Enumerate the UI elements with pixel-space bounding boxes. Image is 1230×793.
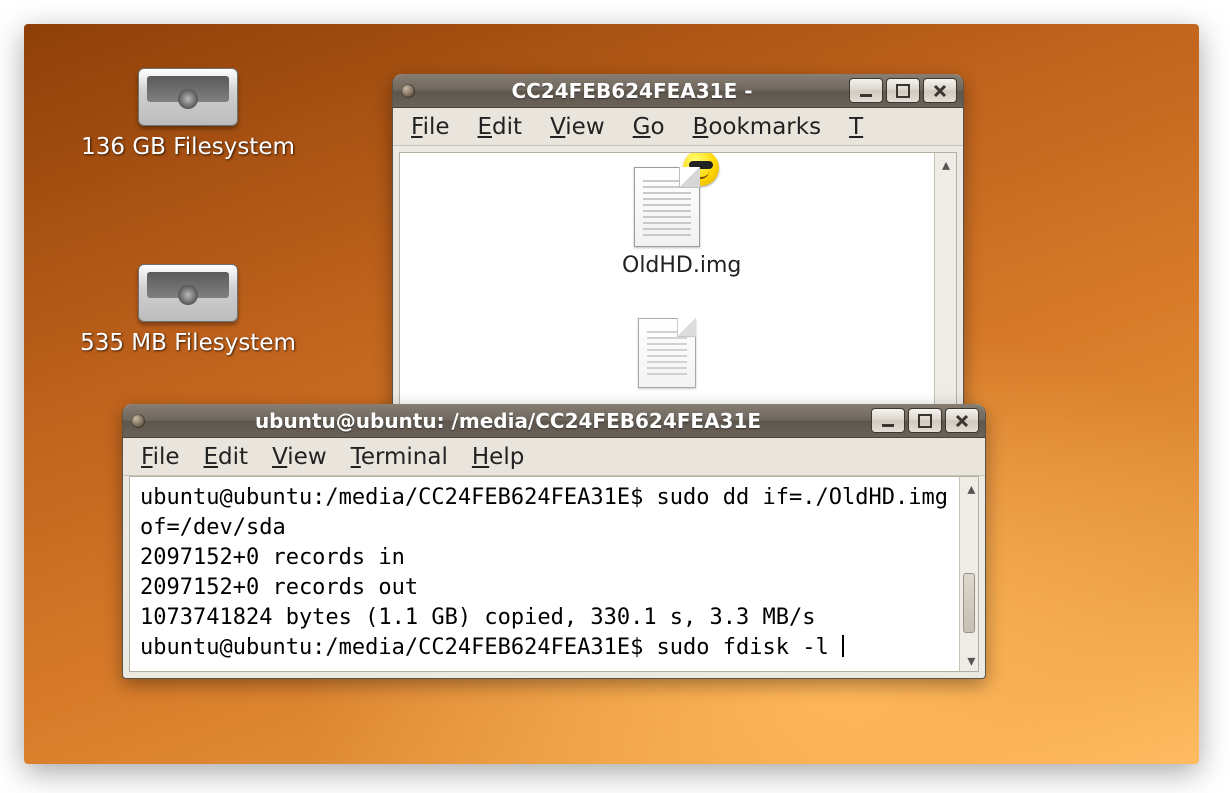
menu-truncated[interactable]: T: [849, 114, 863, 140]
file-label: OldHD.img: [622, 253, 712, 278]
desktop-drive-label: 136 GB Filesystem: [58, 134, 318, 160]
desktop-drive-136gb[interactable]: 136 GB Filesystem: [58, 68, 318, 160]
file-manager-window: CC24FEB624FEA31E - File Edit View Go Boo…: [392, 74, 964, 454]
menu-file[interactable]: File: [411, 114, 450, 140]
maximize-button[interactable]: [908, 408, 942, 433]
minimize-button[interactable]: [849, 78, 883, 103]
desktop: 136 GB Filesystem 535 MB Filesystem CC24…: [24, 24, 1199, 764]
file-manager-pane[interactable]: OldHD.img: [400, 153, 934, 446]
terminal-cursor: [842, 635, 844, 657]
menu-view[interactable]: View: [272, 444, 327, 470]
scrollbar-thumb[interactable]: [963, 573, 975, 633]
file-manager-title: CC24FEB624FEA31E -: [423, 79, 841, 103]
menu-view[interactable]: View: [550, 114, 605, 140]
file-manager-scrollbar[interactable]: ▴ ▾: [934, 153, 956, 446]
menu-file[interactable]: File: [141, 444, 180, 470]
menu-bookmarks[interactable]: Bookmarks: [693, 114, 822, 140]
smiley-sunglasses-emblem-icon: [683, 153, 719, 186]
file-partial-item[interactable]: [622, 308, 712, 394]
hard-disk-icon: [138, 68, 238, 126]
scroll-up-icon[interactable]: ▴: [937, 155, 955, 173]
window-menu-bead-icon[interactable]: [131, 414, 145, 428]
desktop-drive-label: 535 MB Filesystem: [58, 330, 318, 356]
terminal-scrollbar[interactable]: ▴ ▾: [959, 477, 978, 671]
menu-terminal[interactable]: Terminal: [351, 444, 448, 470]
file-oldhd-img[interactable]: OldHD.img: [622, 167, 712, 278]
menu-go[interactable]: Go: [633, 114, 665, 140]
maximize-button[interactable]: [886, 78, 920, 103]
window-menu-bead-icon[interactable]: [401, 84, 415, 98]
terminal-titlebar[interactable]: ubuntu@ubuntu: /media/CC24FEB624FEA31E: [123, 404, 985, 438]
terminal-menubar: File Edit View Terminal Help: [123, 438, 985, 476]
menu-edit[interactable]: Edit: [478, 114, 523, 140]
file-manager-body: OldHD.img ▴ ▾: [399, 152, 957, 447]
terminal-output[interactable]: ubuntu@ubuntu:/media/CC24FEB624FEA31E$ s…: [130, 477, 959, 671]
menu-edit[interactable]: Edit: [204, 444, 249, 470]
terminal-title: ubuntu@ubuntu: /media/CC24FEB624FEA31E: [153, 409, 863, 433]
menu-help[interactable]: Help: [472, 444, 524, 470]
scroll-up-icon[interactable]: ▴: [962, 479, 980, 497]
terminal-body: ubuntu@ubuntu:/media/CC24FEB624FEA31E$ s…: [129, 476, 979, 672]
document-icon: [634, 167, 700, 247]
minimize-button[interactable]: [871, 408, 905, 433]
document-icon: [638, 318, 696, 388]
close-button[interactable]: [945, 408, 979, 433]
scroll-down-icon[interactable]: ▾: [962, 651, 980, 669]
terminal-window: ubuntu@ubuntu: /media/CC24FEB624FEA31E F…: [122, 404, 986, 679]
hard-disk-icon: [138, 264, 238, 322]
file-manager-titlebar[interactable]: CC24FEB624FEA31E -: [393, 74, 963, 108]
file-manager-menubar: File Edit View Go Bookmarks T: [393, 108, 963, 146]
desktop-drive-535mb[interactable]: 535 MB Filesystem: [58, 264, 318, 356]
close-button[interactable]: [923, 78, 957, 103]
